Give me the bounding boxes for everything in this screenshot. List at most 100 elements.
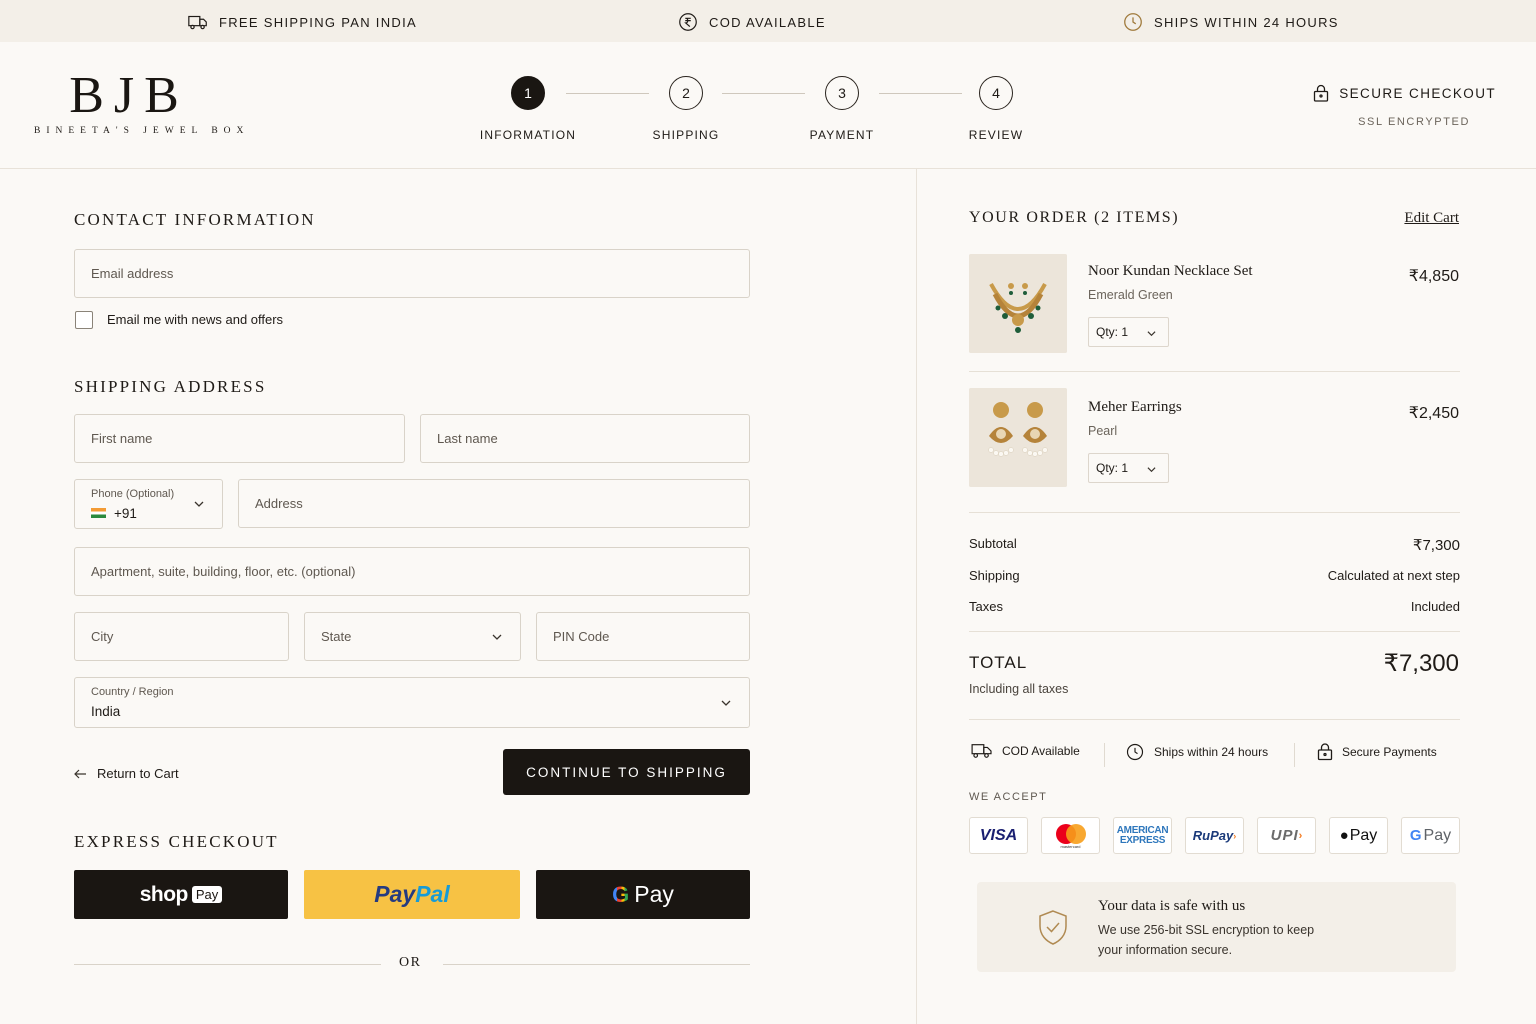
product-variant: Pearl bbox=[1088, 424, 1118, 438]
clock-icon bbox=[1124, 13, 1142, 31]
step-number: 4 bbox=[979, 76, 1013, 110]
rupay-label: RuPay bbox=[1192, 828, 1234, 843]
subtotal-row: Subtotal ₹7,300 bbox=[969, 536, 1460, 554]
step-number: 3 bbox=[825, 76, 859, 110]
state-select[interactable]: State bbox=[304, 612, 521, 661]
last-name-field[interactable]: Last name bbox=[420, 414, 750, 463]
divider bbox=[969, 719, 1460, 720]
shipping-title: SHIPPING ADDRESS bbox=[74, 377, 267, 396]
apartment-field[interactable]: Apartment, suite, building, floor, etc. … bbox=[74, 547, 750, 596]
product-name: Noor Kundan Necklace Set bbox=[1088, 263, 1253, 279]
step-label: SHIPPING bbox=[652, 128, 720, 142]
divider bbox=[969, 512, 1460, 513]
secure-title: SECURE CHECKOUT bbox=[1339, 85, 1496, 101]
trust-ships: Ships within 24 hours bbox=[1125, 742, 1268, 762]
amex-label-b: EXPRESS bbox=[1119, 834, 1166, 846]
pin-code-field[interactable]: PIN Code bbox=[536, 612, 750, 661]
city-placeholder: City bbox=[91, 629, 114, 644]
phone-code-select[interactable]: Phone (Optional) +91 bbox=[74, 479, 223, 529]
upi-icon: UPI › bbox=[1257, 817, 1316, 854]
apartment-placeholder: Apartment, suite, building, floor, etc. … bbox=[91, 564, 356, 579]
shop-pay-label: shop bbox=[139, 882, 189, 906]
we-accept-label: WE ACCEPT bbox=[969, 791, 1048, 803]
pin-placeholder: PIN Code bbox=[553, 629, 610, 644]
total-label: TOTAL bbox=[969, 653, 1028, 672]
gpay-label: Pay bbox=[634, 881, 674, 907]
phone-label: Phone (Optional) bbox=[91, 487, 175, 500]
product-price: ₹4,850 bbox=[1408, 268, 1459, 285]
chevron-down-icon bbox=[1147, 331, 1156, 337]
amex-icon: AMERICAN EXPRESS bbox=[1113, 817, 1172, 854]
announcement-ships: SHIPS WITHIN 24 HOURS bbox=[1122, 11, 1339, 33]
email-field[interactable]: Email address bbox=[74, 249, 750, 298]
shop-pay-button[interactable]: shop Pay bbox=[74, 870, 288, 919]
state-placeholder: State bbox=[321, 629, 352, 644]
subtotal-label: Subtotal bbox=[969, 536, 1017, 551]
country-label: Country / Region bbox=[91, 686, 174, 698]
shipping-value: Calculated at next step bbox=[1327, 568, 1460, 583]
trust-cod: COD Available bbox=[971, 742, 1080, 760]
product-variant: Emerald Green bbox=[1088, 288, 1173, 302]
step-label: PAYMENT bbox=[809, 128, 875, 142]
secure-sub: SSL ENCRYPTED bbox=[1358, 116, 1470, 128]
truck-icon bbox=[971, 744, 992, 758]
first-name-field[interactable]: First name bbox=[74, 414, 405, 463]
quantity-select[interactable]: Qty: 1 bbox=[1088, 317, 1169, 347]
phone-code: +91 bbox=[114, 505, 137, 521]
product-price: ₹2,450 bbox=[1408, 405, 1459, 422]
arrow-left-icon bbox=[74, 769, 86, 778]
checkout-header: BJB BINEETA'S JEWEL BOX 1 INFORMATION 2 … bbox=[0, 42, 1536, 169]
chevron-down-icon bbox=[1147, 467, 1156, 473]
newsletter-label[interactable]: Email me with news and offers bbox=[107, 312, 283, 327]
logo-name: BINEETA'S JEWEL BOX bbox=[34, 126, 250, 136]
order-title: YOUR ORDER (2 ITEMS) bbox=[969, 209, 1180, 226]
divider bbox=[1104, 743, 1105, 767]
product-image-necklace[interactable] bbox=[969, 254, 1067, 353]
step-label: INFORMATION bbox=[479, 128, 577, 142]
safe-body-1: We use 256-bit SSL encryption to keep bbox=[1098, 923, 1315, 937]
product-name: Meher Earrings bbox=[1088, 399, 1182, 415]
return-label: Return to Cart bbox=[97, 766, 179, 781]
paypal-button[interactable]: Pay Pal bbox=[304, 870, 520, 919]
address-field[interactable]: Address bbox=[238, 479, 750, 528]
edit-cart-link[interactable]: Edit Cart bbox=[1404, 210, 1459, 227]
divider bbox=[969, 631, 1460, 632]
announcement-cod: COD AVAILABLE bbox=[677, 11, 826, 33]
city-field[interactable]: City bbox=[74, 612, 289, 661]
google-g-icon: G bbox=[612, 881, 630, 907]
address-placeholder: Address bbox=[255, 496, 303, 511]
announcement-label: FREE SHIPPING PAN INDIA bbox=[219, 14, 417, 30]
quantity-label: Qty: 1 bbox=[1096, 325, 1129, 339]
visa-label: VISA bbox=[979, 826, 1018, 844]
clock-icon bbox=[1126, 743, 1144, 761]
shield-check-icon bbox=[1039, 910, 1067, 945]
lock-icon bbox=[1317, 743, 1333, 761]
shop-pay-badge: Pay bbox=[191, 886, 223, 903]
divider bbox=[443, 964, 750, 965]
announcement-label: SHIPS WITHIN 24 HOURS bbox=[1154, 14, 1339, 30]
quantity-select[interactable]: Qty: 1 bbox=[1088, 453, 1169, 483]
announcement-bar: FREE SHIPPING PAN INDIA COD AVAILABLE SH… bbox=[0, 0, 1536, 42]
last-name-placeholder: Last name bbox=[437, 431, 498, 446]
return-to-cart-link[interactable]: Return to Cart bbox=[74, 766, 179, 781]
step-review: 4 REVIEW bbox=[946, 76, 1046, 142]
step-payment: 3 PAYMENT bbox=[792, 76, 892, 142]
shipping-label: Shipping bbox=[969, 568, 1020, 583]
brand-logo[interactable]: BJB BINEETA'S JEWEL BOX bbox=[34, 67, 250, 137]
total-note: Including all taxes bbox=[969, 682, 1069, 696]
rupay-icon: RuPay › bbox=[1185, 817, 1244, 854]
divider bbox=[969, 371, 1460, 372]
country-select[interactable]: Country / Region India bbox=[74, 677, 750, 728]
logo-mark: BJB bbox=[69, 67, 189, 124]
contact-title: CONTACT INFORMATION bbox=[74, 210, 316, 229]
continue-to-shipping-button[interactable]: CONTINUE TO SHIPPING bbox=[503, 749, 750, 795]
newsletter-checkbox[interactable] bbox=[75, 311, 93, 329]
step-shipping: 2 SHIPPING bbox=[636, 76, 736, 142]
step-information: 1 INFORMATION bbox=[478, 76, 578, 142]
taxes-row: Taxes Included bbox=[969, 599, 1460, 614]
google-pay-icon: G Pay bbox=[1401, 817, 1460, 854]
product-image-earrings[interactable] bbox=[969, 388, 1067, 487]
chevron-down-icon bbox=[194, 501, 204, 507]
upi-label: UPI bbox=[1270, 827, 1299, 844]
google-pay-button[interactable]: G Pay bbox=[536, 870, 750, 919]
